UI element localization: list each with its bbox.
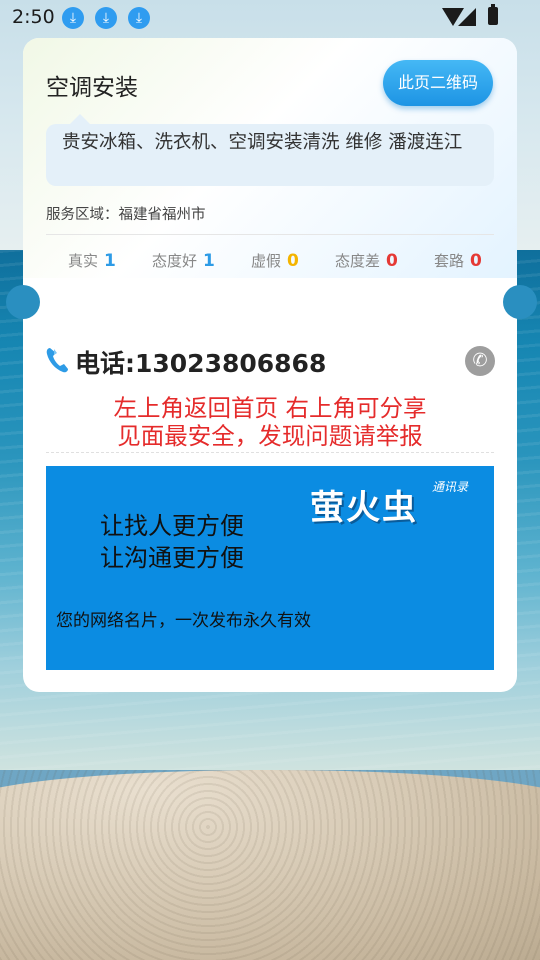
banner-slogan: 让沟通更方便 <box>100 544 244 572</box>
stat-fake[interactable]: 虚假 0 <box>251 250 299 271</box>
stat-label: 真实 <box>68 252 99 270</box>
rating-stats: 真实 1 态度好 1 虚假 0 态度差 0 套路 0 <box>46 250 494 276</box>
brand-logo: 萤火虫 <box>310 488 418 528</box>
stat-label: 套路 <box>434 252 465 270</box>
card-notch-right <box>503 285 537 319</box>
listing-card: 空调安装 此页二维码 贵安冰箱、洗衣机、空调安装清洗 维修 潘渡连江 服务区域：… <box>23 38 517 692</box>
stat-value: 0 <box>470 251 482 271</box>
safety-notice: 左上角返回首页 右上角可分享 见面最安全，发现问题请举报 <box>46 394 494 450</box>
phone-number[interactable]: 电话:13023806868 <box>75 344 326 380</box>
download-icon: ⤓ <box>62 7 84 29</box>
download-icon: ⤓ <box>128 7 150 29</box>
stat-value: 0 <box>386 251 398 271</box>
banner-slogan: 让找人更方便 <box>100 512 244 540</box>
card-notch-left <box>6 285 40 319</box>
stat-scam[interactable]: 套路 0 <box>434 250 482 271</box>
notice-line: 左上角返回首页 右上角可分享 <box>113 394 427 422</box>
stat-label: 虚假 <box>251 252 282 270</box>
brand-logo-sub: 通讯录 <box>432 480 469 494</box>
listing-title: 空调安装 <box>46 75 138 101</box>
promo-banner[interactable]: 让找人更方便 让沟通更方便 您的网络名片，一次发布永久有效 萤火虫 通讯录 <box>46 466 494 670</box>
stat-good-attitude[interactable]: 态度好 1 <box>152 250 215 271</box>
notice-line: 见面最安全，发现问题请举报 <box>117 422 423 450</box>
download-icon: ⤓ <box>95 7 117 29</box>
stat-label: 态度好 <box>152 252 198 270</box>
stat-real[interactable]: 真实 1 <box>68 250 116 271</box>
call-button[interactable] <box>465 346 495 376</box>
banner-tagline: 您的网络名片，一次发布永久有效 <box>56 611 311 631</box>
stat-bad-attitude[interactable]: 态度差 0 <box>335 250 398 271</box>
sand <box>0 770 540 960</box>
stat-value: 0 <box>287 251 299 271</box>
battery-icon <box>488 4 498 25</box>
stat-value: 1 <box>203 251 215 271</box>
qr-code-button[interactable]: 此页二维码 <box>383 60 493 106</box>
service-area: 服务区域：福建省福州市 <box>46 207 206 223</box>
stat-label: 态度差 <box>335 252 381 270</box>
divider <box>46 234 494 235</box>
signal-icon <box>458 8 476 26</box>
phone-icon <box>46 348 68 373</box>
listing-description: 贵安冰箱、洗衣机、空调安装清洗 维修 潘渡连江 <box>46 114 494 186</box>
status-time: 2:50 <box>12 6 55 28</box>
dashed-divider <box>46 452 494 453</box>
status-bar: 2:50 ⤓ ⤓ ⤓ <box>0 0 540 36</box>
stat-value: 1 <box>104 251 116 271</box>
